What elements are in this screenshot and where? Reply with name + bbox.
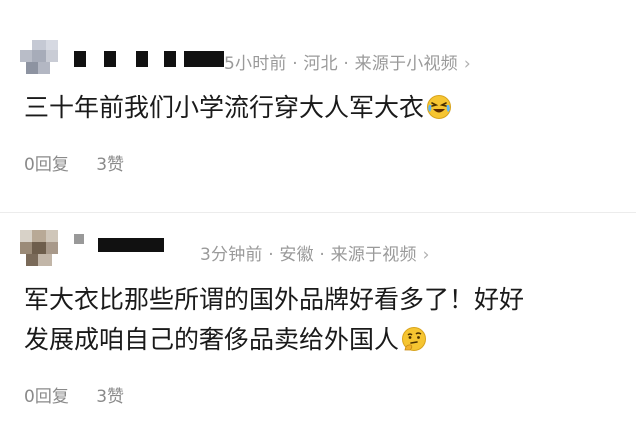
comment-text-content: 发展成咱自己的奢侈品卖给外国人 bbox=[24, 325, 400, 354]
like-button[interactable]: 3赞 bbox=[96, 155, 124, 175]
divider bbox=[0, 212, 636, 213]
comment-meta[interactable]: 5小时前 · 河北 · 来源于小视频 › bbox=[224, 49, 471, 74]
username-censored[interactable] bbox=[74, 51, 224, 67]
comment-text-line: 发展成咱自己的奢侈品卖给外国人 bbox=[24, 320, 624, 364]
username-censored[interactable] bbox=[74, 234, 164, 252]
comment-text: 军大衣比那些所谓的国外品牌好看多了！好好 发展成咱自己的奢侈品卖给外国人 bbox=[24, 280, 624, 364]
laughing-tears-icon bbox=[426, 92, 452, 132]
meta-text: 5小时前 · 河北 · 来源于小视频 bbox=[224, 54, 458, 74]
comment-meta[interactable]: 3分钟前 · 安徽 · 来源于视频 › bbox=[200, 240, 430, 265]
reply-button[interactable]: 0回复 bbox=[24, 387, 69, 407]
avatar[interactable] bbox=[20, 230, 58, 266]
chevron-right-icon: › bbox=[463, 54, 471, 74]
like-button[interactable]: 3赞 bbox=[96, 387, 124, 407]
comment-item: 3分钟前 · 安徽 · 来源于视频 › 军大衣比那些所谓的国外品牌好看多了！好好 … bbox=[0, 214, 636, 440]
comment-item: 5小时前 · 河北 · 来源于小视频 › 三十年前我们小学流行穿大人军大衣 0回复… bbox=[0, 0, 636, 214]
comment-text: 三十年前我们小学流行穿大人军大衣 bbox=[24, 88, 624, 132]
comment-text-content: 三十年前我们小学流行穿大人军大衣 bbox=[24, 93, 425, 122]
comment-text-line: 军大衣比那些所谓的国外品牌好看多了！好好 bbox=[24, 285, 525, 314]
chevron-right-icon: › bbox=[422, 245, 430, 265]
meta-text: 3分钟前 · 安徽 · 来源于视频 bbox=[200, 245, 417, 265]
thinking-face-icon bbox=[401, 324, 427, 364]
comment-actions: 0回复 3赞 bbox=[24, 150, 146, 175]
comment-actions: 0回复 3赞 bbox=[24, 382, 146, 407]
avatar[interactable] bbox=[20, 40, 58, 76]
reply-button[interactable]: 0回复 bbox=[24, 155, 69, 175]
